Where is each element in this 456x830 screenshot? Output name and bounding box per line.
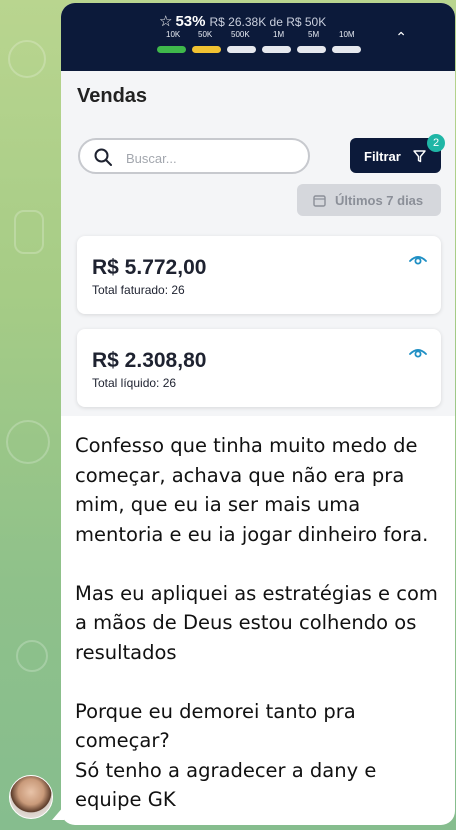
milestone-labels: 10K 50K 500K 1M 5M 10M	[157, 30, 365, 42]
revenue-caption: Total faturado: 26	[92, 283, 185, 297]
calendar-icon	[313, 195, 326, 207]
milestone-segment	[262, 46, 291, 53]
star-icon: ☆	[159, 13, 173, 30]
goal-percent: 53%	[175, 13, 206, 30]
milestone-segments	[157, 46, 365, 53]
filter-icon	[413, 150, 426, 163]
goal-summary: ☆ 53% R$ 26.38K de R$ 50K	[159, 12, 326, 30]
wallpaper-doodle	[6, 420, 50, 464]
search-input[interactable]: Buscar...	[78, 138, 310, 174]
eye-icon[interactable]	[409, 254, 427, 266]
wallpaper-doodle	[14, 210, 44, 254]
net-revenue-value: R$ 2.308,80	[92, 349, 207, 372]
milestone-segment	[227, 46, 256, 53]
goal-amount: R$ 26.38K de R$ 50K	[209, 15, 327, 29]
milestone-label: 10K	[166, 30, 181, 39]
message-paragraph: Confesso que tinha muito medo de começar…	[75, 434, 429, 546]
revenue-value: R$ 5.772,00	[92, 256, 207, 279]
net-revenue-card: R$ 2.308,80 Total líquido: 26	[77, 329, 441, 407]
net-revenue-caption: Total líquido: 26	[92, 376, 177, 390]
milestone-segment	[332, 46, 361, 53]
milestone-label: 5M	[308, 30, 320, 39]
message-text: Confesso que tinha muito medo de começar…	[75, 431, 447, 815]
search-placeholder: Buscar...	[126, 151, 177, 166]
milestone-segment	[192, 46, 221, 53]
milestone-label: 10M	[339, 30, 355, 39]
date-range-button[interactable]: Últimos 7 dias	[297, 184, 441, 216]
revenue-card: R$ 5.772,00 Total faturado: 26	[77, 236, 441, 314]
milestone-label: 1M	[273, 30, 285, 39]
chevron-up-icon[interactable]: ⌃	[395, 29, 407, 46]
message-bubble: ☆ 53% R$ 26.38K de R$ 50K 10K 50K 500K 1M …	[61, 3, 455, 825]
wallpaper-doodle	[16, 640, 48, 672]
milestone-label: 500K	[231, 30, 250, 39]
filter-label: Filtrar	[364, 149, 401, 164]
date-range-label: Últimos 7 dias	[335, 193, 424, 208]
screenshot-image: ☆ 53% R$ 26.38K de R$ 50K 10K 50K 500K 1M …	[61, 3, 455, 416]
milestone-label: 50K	[198, 30, 213, 39]
page-title: Vendas	[77, 85, 148, 107]
sales-goal-progress-bar: ☆ 53% R$ 26.38K de R$ 50K 10K 50K 500K 1M …	[61, 3, 455, 71]
wallpaper-doodle	[8, 40, 46, 78]
message-paragraph: Só tenho a agradecer a dany e equipe GK	[75, 758, 377, 812]
sender-avatar[interactable]	[9, 775, 53, 819]
eye-icon[interactable]	[409, 347, 427, 359]
message-paragraph: Mas eu apliquei as estratégias e com a m…	[75, 581, 438, 664]
search-icon	[94, 148, 112, 166]
bubble-tail	[52, 806, 64, 820]
milestone-segment	[157, 46, 186, 53]
message-paragraph: Porque eu demorei tanto pra começar?	[75, 699, 356, 753]
filter-count-badge: 2	[427, 134, 445, 152]
milestone-segment	[297, 46, 326, 53]
